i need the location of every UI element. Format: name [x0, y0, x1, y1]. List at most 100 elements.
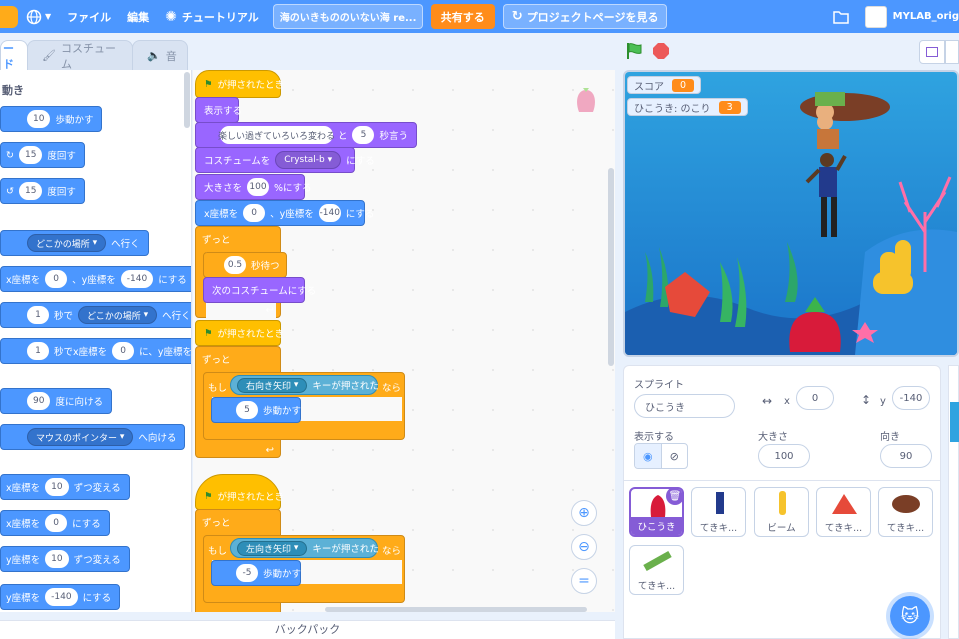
say-text-input[interactable]: 楽しい過ぎていろいろ変わる [218, 126, 335, 144]
small-stage-button[interactable] [919, 40, 945, 64]
sprite-name-input[interactable]: ひこうき [634, 394, 735, 418]
set-size-block[interactable]: 大きさを 100 %にする [195, 174, 312, 200]
stop-button[interactable] [653, 43, 669, 59]
move-steps-block[interactable]: 5 歩動かす [211, 397, 301, 423]
zoom-out-button[interactable]: ⊖ [571, 534, 597, 560]
glide-xy-block[interactable]: 1 秒でx座標を 0 に、y座標を [0, 338, 191, 364]
goto-block[interactable]: どこかの場所 ▾ へ行く [0, 230, 149, 256]
size-input[interactable]: 100 [247, 178, 270, 196]
workspace-scrollbar-h[interactable] [325, 607, 587, 612]
show-visible-button[interactable]: ◉ [635, 444, 661, 468]
move-steps-block[interactable]: 10 歩動かす [0, 106, 103, 132]
share-button[interactable]: 共有する [430, 4, 495, 29]
change-x-input[interactable]: 10 [45, 478, 69, 496]
key-pressed-condition[interactable]: 左向き矢印 ▾ キーが押された [230, 538, 379, 558]
wait-block[interactable]: 0.5 秒待つ [203, 252, 287, 278]
show-hidden-button[interactable]: ⊘ [660, 444, 688, 468]
stage-selector[interactable] [948, 365, 959, 639]
x-input[interactable]: 0 [243, 204, 266, 222]
x-input[interactable]: 0 [45, 270, 68, 288]
tutorial-button[interactable]: ✺ チュートリアル [157, 0, 267, 33]
sprite-thumb-beam[interactable]: ビーム [754, 487, 809, 537]
tutorial-label: チュートリアル [181, 10, 259, 24]
sprite-thumb-enemy-1[interactable]: てきキ... [691, 487, 746, 537]
move-steps-input[interactable]: 5 [236, 401, 258, 419]
x-input[interactable]: 0 [112, 342, 135, 360]
add-sprite-button[interactable]: 🐱 [890, 596, 930, 636]
backpack[interactable]: バックパック [0, 620, 615, 639]
scratch-logo[interactable] [0, 5, 18, 28]
when-flag-clicked-hat[interactable]: ⚑ が押されたとき [195, 474, 284, 510]
workspace-scrollbar-v[interactable] [608, 168, 614, 366]
y-input[interactable]: -140 [120, 270, 154, 288]
when-flag-clicked-hat[interactable]: ⚑ が押されたとき [195, 70, 284, 98]
glide-secs-input[interactable]: 1 [27, 342, 49, 360]
edit-menu[interactable]: 編集 [119, 0, 157, 33]
file-menu[interactable]: ファイル [59, 0, 119, 33]
set-x-input[interactable]: 0 [45, 514, 68, 532]
tab-sounds[interactable]: 🔈 音 [132, 40, 188, 70]
tab-code[interactable]: ード [0, 40, 28, 71]
project-page-button[interactable]: ↻ プロジェクトページを見る [502, 4, 668, 29]
change-y-block[interactable]: y座標を 10 ずつ変える [0, 546, 130, 572]
language-button[interactable]: ▼ [18, 0, 59, 33]
show-block[interactable]: 表示する [195, 97, 242, 123]
account-menu[interactable]: MYLAB_orig [857, 0, 959, 33]
turn-left-input[interactable]: 15 [18, 182, 43, 200]
key-dropdown[interactable]: 右向き矢印 ▾ [237, 377, 308, 393]
switch-costume-block[interactable]: コスチュームを Crystal-b ▾ にする [195, 147, 375, 173]
point-direction-block[interactable]: 90 度に向ける [0, 388, 112, 414]
size-input[interactable]: 100 [758, 444, 810, 468]
sprite-thumb-enemy-2[interactable]: てきキ... [816, 487, 871, 537]
project-title-input[interactable]: 海のいきもののいない海 re... [272, 4, 423, 29]
say-for-secs-block[interactable]: 楽しい過ぎていろいろ変わる と 5 秒言う [195, 122, 417, 148]
change-x-block[interactable]: x座標を 10 ずつ変える [0, 474, 130, 500]
palette-scrollbar[interactable] [184, 72, 190, 128]
y-input[interactable]: -140 [318, 204, 341, 222]
zoom-reset-button[interactable]: = [571, 568, 597, 594]
move-steps-input[interactable]: -5 [236, 564, 258, 582]
key-pressed-condition[interactable]: 右向き矢印 ▾ キーが押された [230, 375, 379, 395]
move-steps-block[interactable]: -5 歩動かす [211, 560, 301, 586]
goto-xy-block[interactable]: x座標を 0 、y座標を -140 にする [195, 200, 374, 226]
set-x-block[interactable]: x座標を 0 にする [0, 510, 110, 536]
key-dropdown[interactable]: 左向き矢印 ▾ [237, 540, 308, 556]
y-input[interactable]: -140 [892, 386, 930, 410]
sprite-thumb-enemy-3[interactable]: てきキ... [878, 487, 933, 537]
then-label: なら [382, 546, 402, 557]
glide-secs-input[interactable]: 1 [27, 306, 49, 324]
large-stage-button[interactable] [945, 40, 959, 64]
turn-right-block[interactable]: ↻ 15 度回す [0, 142, 85, 168]
change-y-input[interactable]: 10 [45, 550, 69, 568]
when-flag-clicked-hat[interactable]: ⚑ が押されたとき [195, 320, 284, 346]
my-stuff-button[interactable] [825, 0, 857, 33]
turn-right-input[interactable]: 15 [18, 146, 43, 164]
set-y-input[interactable]: -140 [45, 588, 78, 606]
tab-costumes[interactable]: 🖌 コスチューム [27, 40, 133, 71]
goto-dropdown[interactable]: どこかの場所 ▾ [27, 234, 107, 252]
costume-dropdown[interactable]: Crystal-b ▾ [275, 151, 342, 169]
glide-block[interactable]: 1 秒で どこかの場所 ▾ へ行く [0, 302, 191, 328]
direction-input[interactable]: 90 [27, 392, 51, 410]
zoom-in-button[interactable]: ⊕ [571, 500, 597, 526]
wait-secs-input[interactable]: 0.5 [224, 256, 246, 274]
set-y-block[interactable]: y座標を -140 にする [0, 584, 121, 610]
towards-dropdown[interactable]: マウスのポインター ▾ [27, 428, 134, 446]
direction-input[interactable]: 90 [880, 444, 932, 468]
block-label: キーが押された [312, 381, 379, 392]
x-input[interactable]: 0 [796, 386, 834, 410]
green-flag-icon: ⚑ [204, 490, 213, 502]
green-flag-button[interactable] [625, 42, 643, 60]
sprite-thumb-enemy-4[interactable]: てきキ... [629, 545, 684, 595]
stage[interactable]: スコア 0 ひこうき: のこり 3 [623, 70, 959, 357]
glide-dropdown[interactable]: どこかの場所 ▾ [78, 306, 158, 324]
next-costume-block[interactable]: 次のコスチュームにする [203, 277, 316, 303]
turn-left-block[interactable]: ↺ 15 度回す [0, 178, 85, 204]
move-steps-input[interactable]: 10 [27, 110, 51, 128]
sprite-thumb-hikouki[interactable]: ひこうき 🗑 [629, 487, 684, 537]
goto-xy-block[interactable]: x座標を 0 、y座標を -140 にする [0, 266, 191, 292]
say-secs-input[interactable]: 5 [352, 126, 375, 144]
point-towards-block[interactable]: マウスのポインター ▾ へ向ける [0, 424, 186, 450]
delete-sprite-button[interactable]: 🗑 [666, 489, 682, 505]
script-workspace[interactable]: ⚑ が押されたとき 表示する 楽しい過ぎていろいろ変わる と 5 秒言う コスチ… [193, 70, 615, 612]
